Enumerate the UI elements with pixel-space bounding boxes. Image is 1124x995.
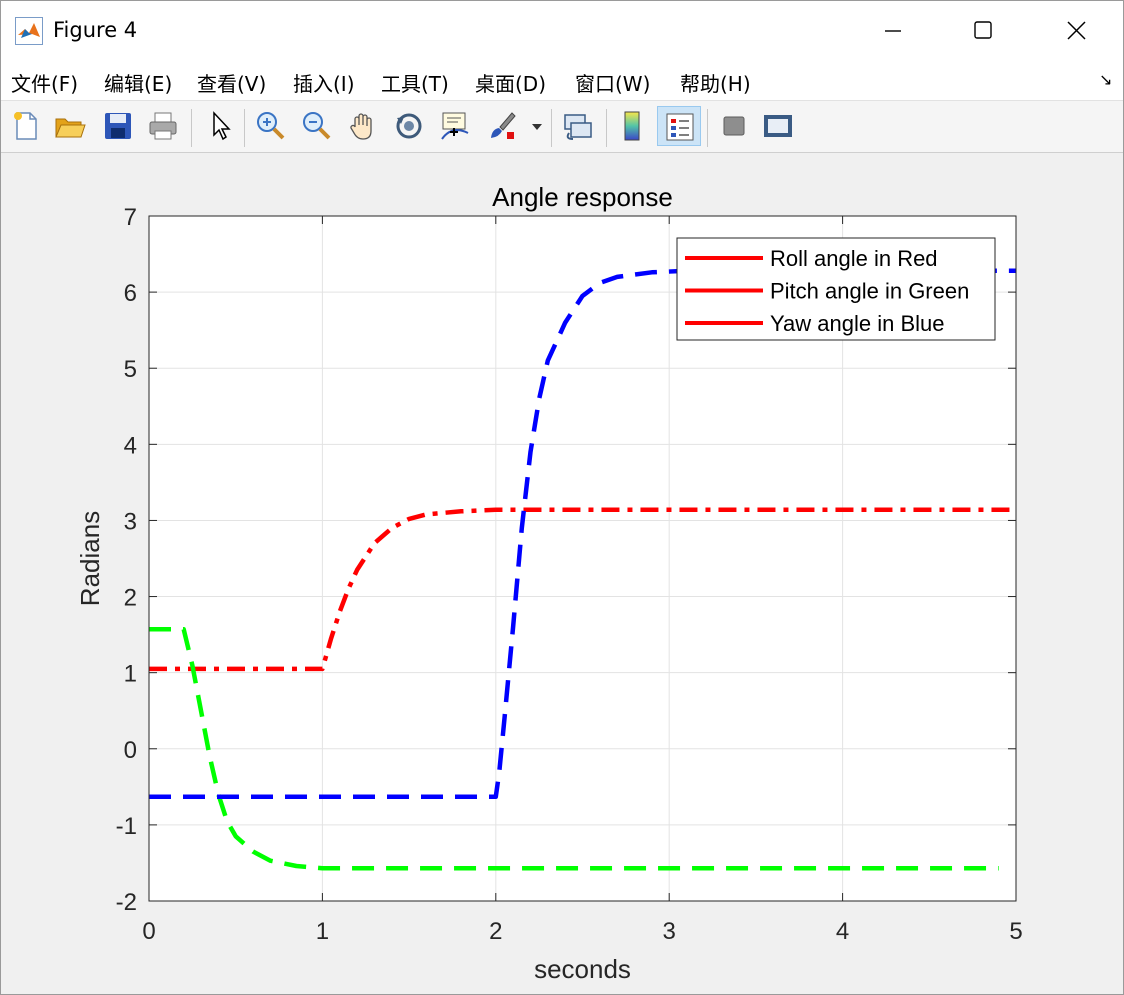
toolbar-separator <box>551 109 552 147</box>
menu-bar: 文件(F) 编辑(E) 查看(V) 插入(I) 工具(T) 桌面(D) 窗口(W… <box>1 61 1123 101</box>
menu-insert[interactable]: 插入(I) <box>293 68 355 97</box>
toolbar-separator <box>606 109 607 147</box>
print-icon[interactable] <box>146 109 180 143</box>
toolbar <box>1 101 1123 153</box>
y-tick-label: 4 <box>124 432 137 459</box>
open-file-icon[interactable] <box>53 109 87 143</box>
line-chart[interactable]: 0 1 2 3 4 5 -2 -1 0 1 2 3 4 5 6 7 Angle response second… <box>1 154 1123 994</box>
legend-entry-pitch: Pitch angle in Green <box>770 279 969 304</box>
figure-window: Figure 4 文件(F) 编辑(E) 查看(V) 插入(I) 工具(T) 桌… <box>0 0 1124 995</box>
new-figure-icon[interactable] <box>9 109 43 143</box>
y-tick-label: -2 <box>116 889 137 916</box>
zoom-in-icon[interactable] <box>254 109 288 143</box>
toolbar-separator <box>244 109 245 147</box>
zoom-out-icon[interactable] <box>300 109 334 143</box>
edit-plot-arrow-icon[interactable] <box>204 109 238 143</box>
y-tick-label: 5 <box>124 356 137 383</box>
menu-help[interactable]: 帮助(H) <box>680 68 751 97</box>
save-icon[interactable] <box>101 109 135 143</box>
hide-plot-tools-icon[interactable] <box>717 109 751 143</box>
y-axis-label: Radians <box>75 511 105 606</box>
x-axis-label: seconds <box>534 954 631 984</box>
menu-window[interactable]: 窗口(W) <box>575 68 650 97</box>
y-tick-label: 6 <box>124 280 137 307</box>
x-tick-label: 5 <box>1009 918 1022 945</box>
matlab-icon <box>15 17 43 45</box>
colorbar-icon[interactable] <box>616 109 650 143</box>
link-plot-icon[interactable] <box>561 109 595 143</box>
y-tick-label: 0 <box>124 737 137 764</box>
pan-hand-icon[interactable] <box>346 109 380 143</box>
menu-edit[interactable]: 编辑(E) <box>104 68 172 97</box>
minimize-icon <box>885 30 901 32</box>
legend-entry-yaw: Yaw angle in Blue <box>770 311 945 336</box>
y-tick-label: 2 <box>124 585 137 612</box>
legend-icon[interactable] <box>657 106 701 146</box>
brush-icon[interactable] <box>486 109 520 143</box>
close-button[interactable] <box>1053 13 1099 49</box>
close-icon <box>1067 21 1086 40</box>
menu-tools[interactable]: 工具(T) <box>381 68 449 97</box>
x-tick-label: 4 <box>836 918 849 945</box>
chart-title: Angle response <box>492 182 673 212</box>
menu-desktop[interactable]: 桌面(D) <box>475 68 546 97</box>
toolbar-separator <box>707 109 708 147</box>
menu-file[interactable]: 文件(F) <box>11 68 78 97</box>
menu-view[interactable]: 查看(V) <box>197 68 266 97</box>
legend-entry-roll: Roll angle in Red <box>770 246 938 271</box>
y-tick-label: 7 <box>124 204 137 231</box>
x-tick-label: 3 <box>663 918 676 945</box>
y-tick-label: 1 <box>124 661 137 688</box>
maximize-button[interactable] <box>960 13 1006 49</box>
dock-arrow-icon[interactable]: ↘ <box>1099 70 1112 89</box>
data-cursor-icon[interactable] <box>438 109 472 143</box>
title-bar: Figure 4 <box>1 1 1123 61</box>
window-title: Figure 4 <box>53 18 138 42</box>
x-tick-label: 0 <box>142 918 155 945</box>
toolbar-separator <box>191 109 192 147</box>
y-tick-label: -1 <box>116 813 137 840</box>
show-plot-tools-icon[interactable] <box>761 109 795 143</box>
x-tick-label: 1 <box>316 918 329 945</box>
x-tick-label: 2 <box>489 918 502 945</box>
minimize-button[interactable] <box>870 13 916 49</box>
y-tick-label: 3 <box>124 508 137 535</box>
brush-dropdown-icon[interactable] <box>529 109 545 143</box>
rotate-3d-icon[interactable] <box>392 109 426 143</box>
figure-canvas: 0 1 2 3 4 5 -2 -1 0 1 2 3 4 5 6 7 Angle response second… <box>1 154 1123 994</box>
maximize-icon <box>974 21 992 39</box>
legend[interactable]: Roll angle in Red Pitch angle in Green Y… <box>676 237 996 341</box>
